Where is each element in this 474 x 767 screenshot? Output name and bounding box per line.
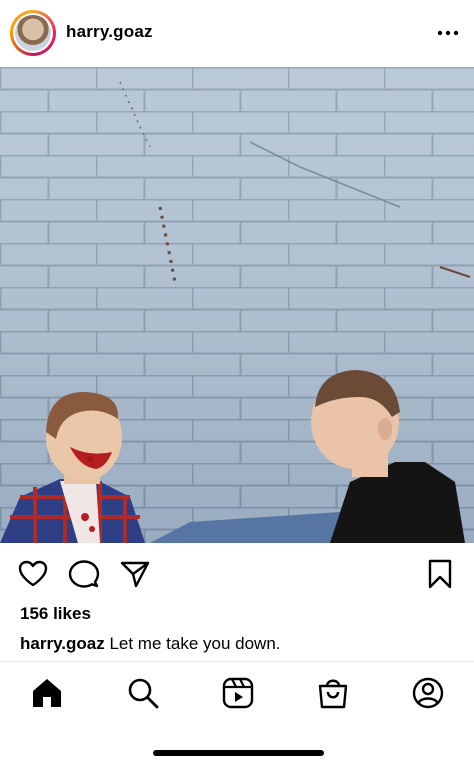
post-photo[interactable] [0,67,474,543]
likes-count[interactable]: 156 likes [20,604,91,624]
shop-icon[interactable] [316,676,350,710]
home-icon[interactable] [30,676,64,710]
avatar[interactable] [13,13,53,53]
more-options-icon[interactable] [436,21,460,45]
post-header: harry.goaz [0,0,474,66]
post-actions [0,552,474,596]
reels-icon[interactable] [221,676,255,710]
search-icon[interactable] [126,676,160,710]
caption-username[interactable]: harry.goaz [20,634,105,653]
story-ring[interactable] [10,10,56,56]
share-icon[interactable] [119,558,151,590]
bookmark-icon[interactable] [424,558,456,590]
profile-icon[interactable] [411,676,445,710]
bottom-nav [0,662,474,726]
post-username[interactable]: harry.goaz [66,22,153,42]
caption-text: Let me take you down. [109,634,281,653]
post-caption: harry.goaz Let me take you down. [20,634,281,654]
home-indicator [153,750,324,756]
photo-image [0,67,474,543]
comment-icon[interactable] [68,558,100,590]
heart-icon[interactable] [17,558,49,590]
